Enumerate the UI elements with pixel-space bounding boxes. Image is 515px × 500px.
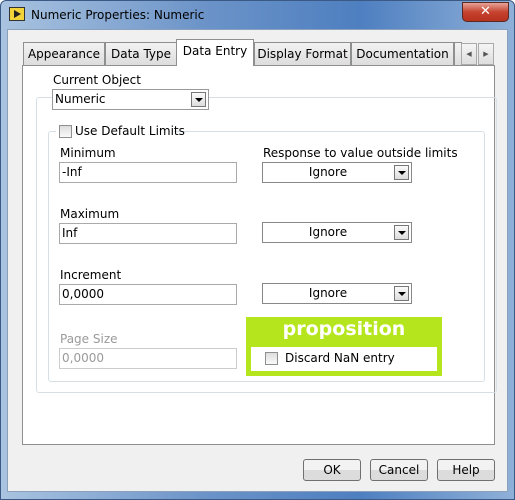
maximum-label: Maximum (60, 207, 120, 221)
increment-input[interactable]: 0,0000 (59, 284, 237, 305)
maximum-input[interactable]: Inf (59, 223, 237, 244)
page-size-input: 0,0000 (59, 348, 237, 369)
use-default-limits-label: Use Default Limits (75, 124, 185, 138)
proposition-title: proposition (282, 318, 406, 340)
chevron-down-icon[interactable] (394, 225, 409, 240)
current-object-label: Current Object (53, 73, 141, 87)
ok-button[interactable]: OK (303, 459, 361, 481)
response-label: Response to value outside limits (263, 146, 458, 160)
chevron-down-icon[interactable] (394, 286, 409, 301)
tab-data-type[interactable]: Data Type (105, 42, 177, 66)
tab-documentation[interactable]: Documentation (351, 42, 454, 66)
increment-response-select[interactable]: Ignore (262, 283, 412, 304)
minimum-response-select[interactable]: Ignore (262, 162, 412, 183)
help-button[interactable]: Help (437, 459, 495, 481)
page-size-label: Page Size (60, 332, 118, 346)
discard-nan-label: Discard NaN entry (285, 351, 395, 365)
minimum-input[interactable]: -Inf (59, 162, 237, 183)
close-button[interactable]: ✕ (462, 2, 509, 22)
maximum-response-select[interactable]: Ignore (262, 222, 412, 243)
tab-appearance[interactable]: Appearance (23, 42, 105, 66)
labview-icon (9, 7, 25, 21)
increment-response-value: Ignore (308, 286, 348, 300)
minimum-label: Minimum (60, 146, 116, 160)
chevron-down-icon[interactable] (394, 165, 409, 180)
tab-data-entry[interactable]: Data Entry (176, 39, 254, 66)
proposition-box: proposition Discard NaN entry (246, 317, 442, 376)
maximum-response-value: Ignore (308, 225, 348, 239)
current-object-value: Numeric (55, 92, 106, 106)
use-default-limits-checkbox[interactable] (59, 125, 72, 138)
minimum-response-value: Ignore (308, 165, 348, 179)
current-object-select[interactable]: Numeric (52, 89, 209, 110)
increment-label: Increment (60, 268, 122, 282)
tab-scroll-left-icon[interactable]: ◀ (461, 43, 477, 65)
proposition-content: Discard NaN entry (251, 347, 437, 371)
cancel-button[interactable]: Cancel (370, 459, 428, 481)
tab-display-format[interactable]: Display Format (254, 42, 351, 66)
window-title: Numeric Properties: Numeric (31, 8, 205, 22)
discard-nan-checkbox[interactable] (265, 352, 278, 365)
chevron-down-icon[interactable] (191, 92, 206, 107)
tab-scroll-right-icon[interactable]: ▶ (478, 43, 494, 65)
